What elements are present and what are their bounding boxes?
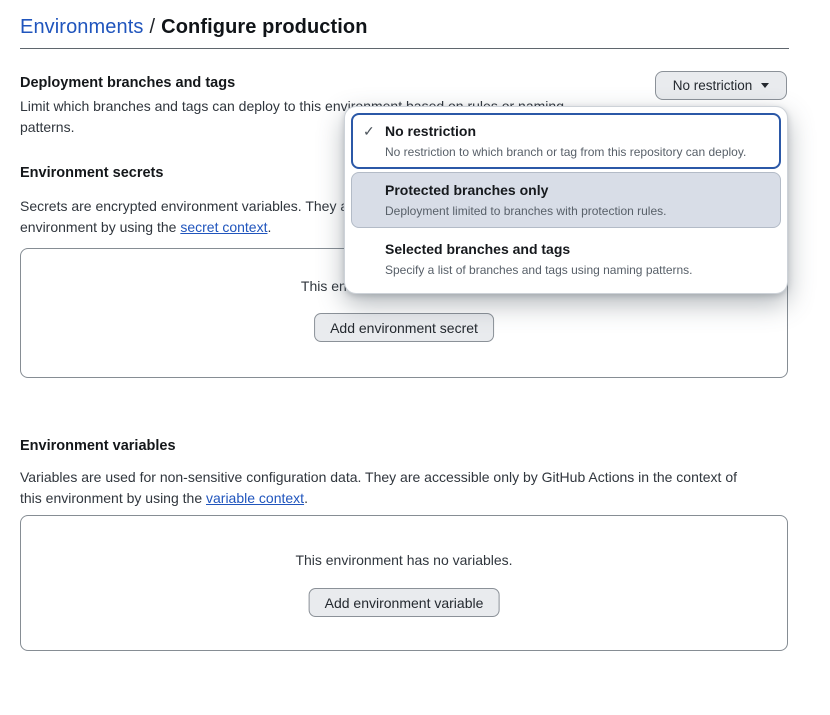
restriction-select-button[interactable]: No restriction xyxy=(655,71,787,100)
variables-section-heading: Environment variables xyxy=(20,438,176,454)
restriction-select-label: No restriction xyxy=(673,78,753,93)
menu-item-title: Selected branches and tags xyxy=(385,239,693,259)
restriction-dropdown-menu: ✓ No restriction No restriction to which… xyxy=(344,106,788,294)
menu-item-body: Protected branches only Deployment limit… xyxy=(385,180,666,220)
menu-item-protected-branches-only[interactable]: Protected branches only Deployment limit… xyxy=(351,172,781,228)
menu-item-title: No restriction xyxy=(385,121,746,141)
breadcrumb: Environments / Configure production xyxy=(20,16,368,39)
add-environment-secret-button[interactable]: Add environment secret xyxy=(314,313,494,342)
add-environment-variable-button[interactable]: Add environment variable xyxy=(309,588,500,617)
configure-environment-page: Environments / Configure production Deploy… xyxy=(0,0,830,715)
variables-description-line2: this environment by using the variable c… xyxy=(20,488,737,509)
breadcrumb-environments-link[interactable]: Environments xyxy=(20,16,143,38)
variables-empty-text: This environment has no variables. xyxy=(21,552,787,568)
page-title: Configure production xyxy=(161,16,367,38)
menu-item-description: No restriction to which branch or tag fr… xyxy=(385,144,746,161)
variables-description-line1: Variables are used for non-sensitive con… xyxy=(20,467,737,488)
variable-context-link[interactable]: variable context xyxy=(206,490,304,506)
menu-item-no-restriction[interactable]: ✓ No restriction No restriction to which… xyxy=(351,113,781,169)
deployment-section-heading: Deployment branches and tags xyxy=(20,75,235,91)
chevron-down-icon xyxy=(761,83,769,88)
secrets-section-heading: Environment secrets xyxy=(20,165,163,181)
menu-item-selected-branches-and-tags[interactable]: Selected branches and tags Specify a lis… xyxy=(351,231,781,287)
variables-section-description: Variables are used for non-sensitive con… xyxy=(20,467,737,509)
menu-item-description: Deployment limited to branches with prot… xyxy=(385,203,666,220)
secret-context-link[interactable]: secret context xyxy=(180,219,267,235)
menu-item-body: Selected branches and tags Specify a lis… xyxy=(385,239,693,279)
menu-item-description: Specify a list of branches and tags usin… xyxy=(385,262,693,279)
check-icon: ✓ xyxy=(363,121,385,141)
variables-empty-box: This environment has no variables. Add e… xyxy=(20,515,788,651)
menu-item-body: No restriction No restriction to which b… xyxy=(385,121,746,161)
header-divider xyxy=(20,48,789,49)
breadcrumb-separator: / xyxy=(149,16,155,38)
menu-item-title: Protected branches only xyxy=(385,180,666,200)
